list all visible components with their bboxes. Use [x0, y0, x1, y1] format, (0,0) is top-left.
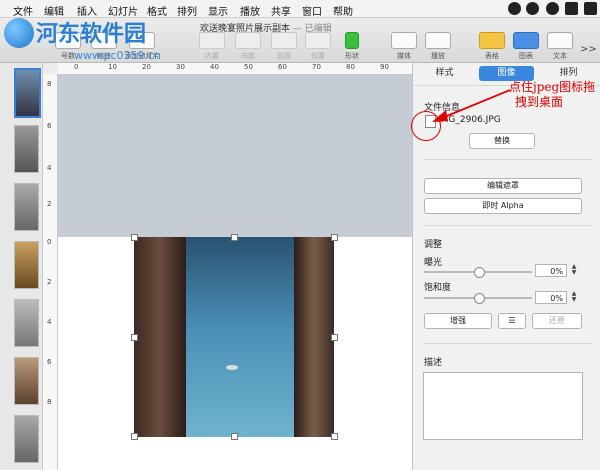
resize-handle[interactable]: [231, 433, 238, 440]
exposure-value[interactable]: 0%: [535, 264, 567, 277]
battery-icon[interactable]: [584, 2, 597, 15]
forward-button[interactable]: 向前: [230, 32, 266, 60]
resize-handle[interactable]: [131, 433, 138, 440]
media-icon: [391, 32, 417, 49]
adjust-label: 调整: [424, 240, 443, 250]
saturation-label: 饱和度: [424, 283, 452, 293]
menu-window[interactable]: 窗口: [302, 3, 322, 18]
menu-help[interactable]: 帮助: [333, 3, 353, 18]
resize-handle[interactable]: [131, 334, 138, 341]
media-button[interactable]: 媒体: [386, 32, 422, 60]
slide-thumbnail[interactable]: [14, 357, 39, 405]
exposure-stepper[interactable]: ▲ ▼: [570, 264, 578, 277]
watermark-url: www.pc0359.cn: [74, 49, 162, 62]
section-divider: [424, 343, 592, 344]
watermark-title: 河东软件园: [36, 21, 147, 47]
builtin-icon: [199, 32, 225, 49]
vertical-ruler: 8 6 4 2 0 2 4 6 8: [43, 74, 58, 470]
horizontal-ruler: 0 10 20 30 40 50 60 70 80 90: [58, 63, 412, 75]
enhance-button[interactable]: 增强: [424, 313, 492, 329]
description-label: 描述: [424, 358, 443, 368]
section-divider: [424, 159, 592, 160]
annotation-arrow: [432, 89, 511, 122]
saturation-slider[interactable]: [424, 293, 532, 304]
annotation-text: 点住jpeg图标拖 拽到桌面: [509, 80, 600, 110]
menu-play[interactable]: 播放: [240, 3, 260, 18]
slide-navigator: [0, 63, 43, 470]
annotation-arrow-head: [432, 110, 448, 122]
watermark-logo-icon: [4, 18, 34, 48]
edit-mask-button[interactable]: 编辑遮罩: [424, 178, 582, 194]
slide-thumbnail[interactable]: [14, 125, 39, 173]
annotation-line-1: 点住jpeg图标拖: [509, 80, 596, 94]
replace-button[interactable]: 替换: [469, 133, 535, 149]
exposure-label: 曝光: [424, 258, 443, 268]
instant-alpha-button[interactable]: 即时 Alpha: [424, 198, 582, 214]
chart-icon: [513, 32, 539, 49]
levels-button[interactable]: ☰: [498, 313, 526, 329]
slide-photo[interactable]: [134, 237, 334, 437]
watermark: 河东软件园 www.pc0359.cn: [2, 14, 202, 64]
play-button[interactable]: 播放: [420, 32, 456, 60]
shield-icon[interactable]: [565, 2, 578, 15]
tab-style[interactable]: 样式: [417, 66, 472, 81]
table-icon: [479, 32, 505, 49]
menu-share[interactable]: 共享: [271, 3, 291, 18]
slide-thumbnail[interactable]: [14, 68, 41, 118]
resize-handle[interactable]: [331, 234, 338, 241]
slide-thumbnail[interactable]: [14, 183, 39, 231]
toolbar-overflow-button[interactable]: >>: [580, 44, 597, 55]
photo-building-left: [134, 237, 186, 437]
bring-front-button[interactable]: 前置: [300, 32, 336, 60]
wechat-icon[interactable]: [508, 2, 521, 15]
section-divider: [424, 225, 592, 226]
saturation-value[interactable]: 0%: [535, 291, 567, 304]
clock-icon[interactable]: [546, 2, 559, 15]
resize-handle[interactable]: [131, 234, 138, 241]
chart-button[interactable]: 图表: [508, 32, 544, 60]
photo-building-right: [294, 237, 334, 437]
description-field[interactable]: [423, 372, 583, 440]
forward-icon: [235, 32, 261, 49]
play-icon: [425, 32, 451, 49]
tab-arrange[interactable]: 排列: [541, 66, 596, 81]
slide-thumbnail[interactable]: [14, 241, 39, 289]
bring-front-icon: [305, 32, 331, 49]
slide-thumbnail[interactable]: [14, 299, 39, 347]
annotation-line-2: 拽到桌面: [515, 95, 564, 109]
resize-handle[interactable]: [231, 234, 238, 241]
front-icon: [271, 32, 297, 49]
annotation-arrow-line: [441, 89, 511, 119]
exposure-slider[interactable]: [424, 267, 532, 278]
text-icon: [547, 32, 573, 49]
saturation-stepper[interactable]: ▲ ▼: [570, 291, 578, 304]
reset-button[interactable]: 还原: [532, 313, 582, 329]
photo-bird: [226, 365, 238, 370]
exposure-slider-knob[interactable]: [474, 267, 485, 278]
shape-icon: [345, 32, 359, 49]
sync-icon[interactable]: [526, 2, 539, 15]
table-button[interactable]: 表格: [474, 32, 510, 60]
resize-handle[interactable]: [331, 433, 338, 440]
text-button[interactable]: 文本: [542, 32, 578, 60]
menu-view[interactable]: 显示: [208, 3, 228, 18]
slide-thumbnail[interactable]: [14, 415, 39, 463]
saturation-slider-knob[interactable]: [474, 293, 485, 304]
shape-button[interactable]: 形状: [334, 32, 370, 60]
resize-handle[interactable]: [331, 334, 338, 341]
tab-image[interactable]: 图像: [479, 66, 534, 81]
front-button[interactable]: 前面: [266, 32, 302, 60]
sliders-icon: ☰: [508, 316, 516, 325]
